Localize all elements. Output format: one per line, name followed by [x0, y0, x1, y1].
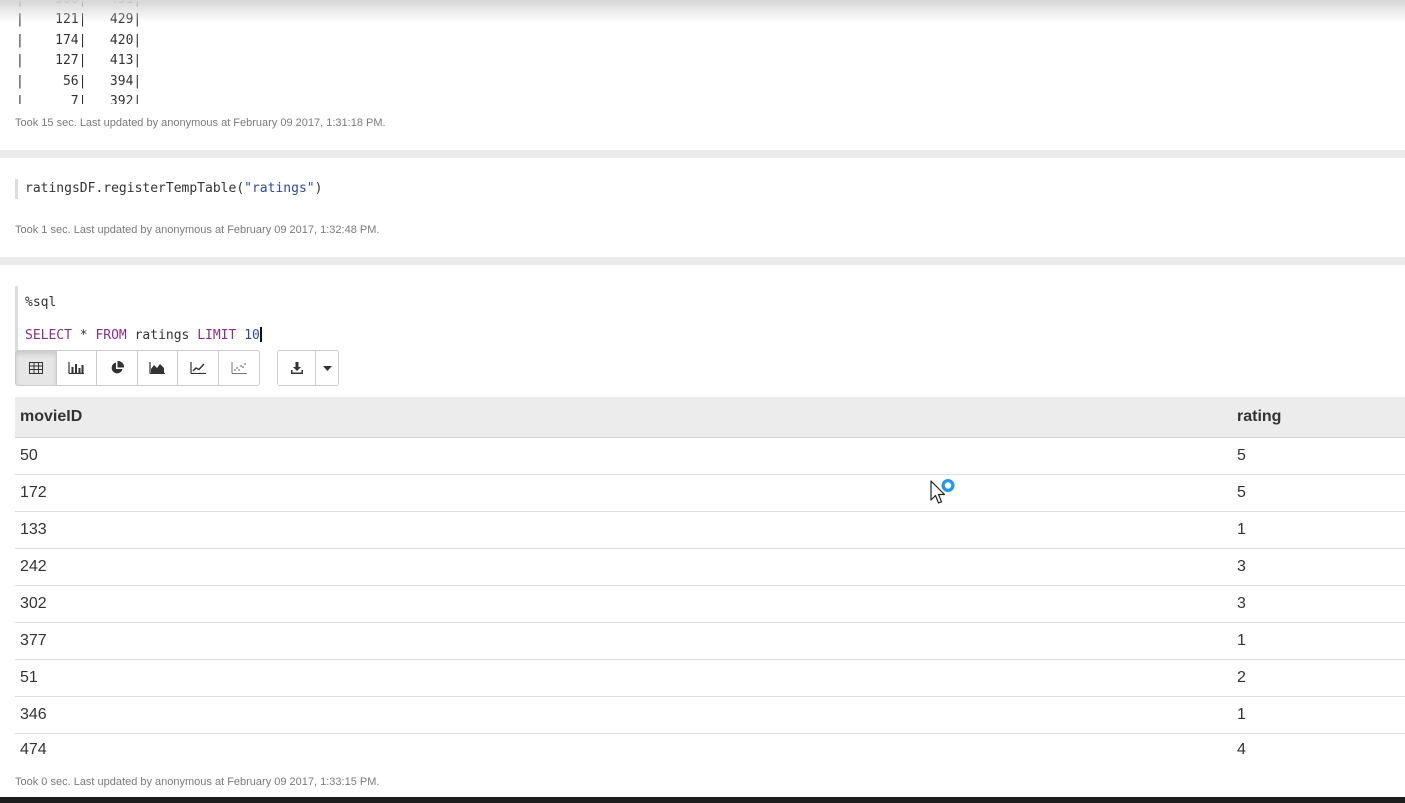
text-output: | 300| 431| | 121| 429| | 174| 420| | 127| …	[16, 0, 316, 104]
cell-movieid: 474	[20, 740, 47, 758]
table-row: 346 1	[15, 696, 1405, 734]
bar-chart-button[interactable]	[56, 351, 97, 385]
line-chart-icon	[190, 362, 206, 374]
text-output-line: | 121| 429|	[16, 12, 142, 28]
column-header-rating[interactable]: rating	[1232, 397, 1405, 438]
cell-rating: 5	[1232, 474, 1405, 512]
bottom-bar	[0, 797, 1405, 803]
code-paren-close: )	[314, 181, 323, 196]
table-row: 133 1	[15, 511, 1405, 549]
visualization-toolbar	[15, 350, 339, 386]
cell-rating: 1	[1232, 696, 1405, 734]
result-table: movieID rating 50 5 172 5 133 1 242 3 302 3 377 1 51…	[15, 397, 1405, 766]
table-row: 50 5	[15, 437, 1405, 475]
text-output-line: | 127| 413|	[16, 53, 142, 69]
cell-movieid: 50	[15, 437, 1232, 475]
data-table: movieID rating 50 5 172 5 133 1 242 3 302 3 377 1 51…	[15, 397, 1405, 766]
cell-movieid: 242	[15, 548, 1232, 586]
table-row: 302 3	[15, 585, 1405, 623]
cell-movieid: 51	[15, 659, 1232, 697]
sql-keyword-limit: LIMIT	[197, 328, 237, 343]
scatter-chart-button[interactable]	[218, 351, 259, 385]
sql-limit-value: 10	[244, 328, 260, 343]
download-group	[277, 350, 339, 386]
cell-rating: 1	[1232, 622, 1405, 660]
cell-rating: 3	[1232, 585, 1405, 623]
download-options-button[interactable]	[316, 351, 338, 385]
sql-star: *	[71, 328, 96, 343]
sql-keyword-select: SELECT	[25, 328, 72, 343]
paragraph-2: ratingsDF.registerTempTable("ratings") T…	[0, 158, 1405, 257]
text-output-line: | 56| 394|	[16, 73, 142, 89]
interpreter-tag: %sql	[25, 295, 57, 310]
sql-space	[236, 328, 244, 343]
table-row: 474 4	[15, 733, 1405, 766]
paragraph-3: %sql SELECT * FROM ratings LIMIT 10 movi…	[0, 265, 1405, 797]
code-paren-open: (	[236, 181, 245, 196]
cell-movieid: 346	[15, 696, 1232, 734]
text-output-line: | 174| 420|	[16, 32, 142, 48]
table-icon	[28, 362, 43, 374]
code-editor[interactable]: ratingsDF.registerTempTable("ratings")	[15, 179, 322, 199]
cell-movieid: 172	[15, 474, 1232, 512]
cell-rating: 2	[1232, 659, 1405, 697]
table-row: 242 3	[15, 548, 1405, 586]
paragraph-1-footer: Took 15 sec. Last updated by anonymous a…	[15, 117, 386, 129]
text-output-line: | 7| 392|	[16, 94, 142, 104]
text-output-line: | 300| 431|	[16, 0, 141, 10]
table-row: 172 5	[15, 474, 1405, 512]
mouse-cursor-icon	[930, 479, 955, 504]
bar-chart-icon	[68, 362, 85, 374]
line-chart-button[interactable]	[178, 351, 219, 385]
table-row: 377 1	[15, 622, 1405, 660]
cell-rating: 4	[1237, 740, 1246, 758]
sql-table: ratings	[126, 328, 198, 343]
area-chart-icon	[149, 362, 166, 374]
area-chart-button[interactable]	[137, 351, 178, 385]
cell-movieid: 302	[15, 585, 1232, 623]
caret-down-icon	[322, 365, 332, 371]
text-output-lines: | 300| 431| | 121| 429| | 174| 420| | 127| …	[16, 0, 141, 104]
cell-movieid: 377	[15, 622, 1232, 660]
paragraph-2-footer: Took 1 sec. Last updated by anonymous at…	[15, 224, 380, 236]
table-header-row: movieID rating	[15, 397, 1405, 438]
sql-editor[interactable]: %sql SELECT * FROM ratings LIMIT 10	[15, 286, 262, 352]
cell-rating: 3	[1232, 548, 1405, 586]
sql-keyword-from: FROM	[95, 328, 127, 343]
table-view-button[interactable]	[16, 351, 57, 385]
cell-movieid: 133	[15, 511, 1232, 549]
scatter-chart-icon	[231, 362, 247, 374]
cell-rating: 5	[1232, 437, 1405, 475]
download-icon	[290, 361, 303, 374]
paragraph-3-footer: Took 0 sec. Last updated by anonymous at…	[15, 776, 380, 788]
code-string: "ratings"	[244, 181, 315, 196]
table-row: 51 2	[15, 659, 1405, 697]
cell-rating: 1	[1232, 511, 1405, 549]
pie-chart-icon	[111, 361, 124, 374]
code-call: ratingsDF.registerTempTable	[25, 181, 237, 196]
download-button[interactable]	[278, 351, 316, 385]
paragraph-1: | 300| 431| | 121| 429| | 174| 420| | 127| …	[0, 0, 1405, 150]
text-cursor	[259, 327, 262, 342]
column-header-movieid[interactable]: movieID	[15, 397, 1232, 438]
chart-type-group	[15, 350, 260, 386]
pie-chart-button[interactable]	[97, 351, 138, 385]
